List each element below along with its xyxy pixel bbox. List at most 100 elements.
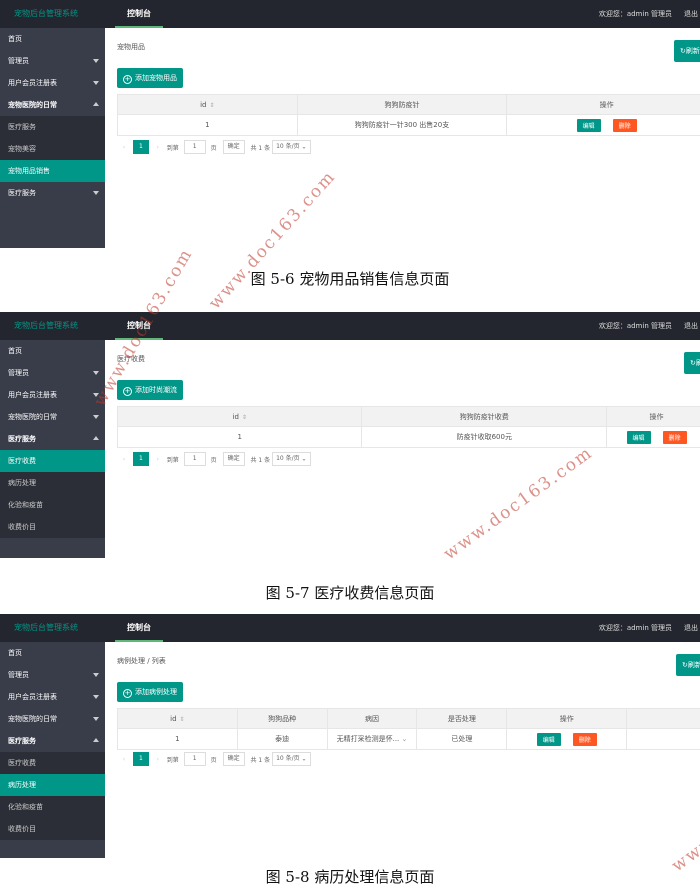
sidebar-item-supplies-sales[interactable]: 宠物用品销售 [0,160,105,182]
chevron-up-icon [93,738,99,742]
brand-title: 宠物后台管理系统 [14,623,78,632]
sidebar-item-label: 医疗收费 [8,457,36,465]
current-page[interactable]: 1 [132,140,149,154]
data-table: id ⇕ 狗狗防疫针 操作 1 狗狗防疫针一针300 出售20支 编辑 删除 [117,94,700,136]
add-button[interactable]: + 添加时尚潮流 [117,380,183,400]
edit-button[interactable]: 编辑 [576,118,601,132]
sidebar-item-member-register[interactable]: 用户会员注册表 [0,72,105,94]
tab-console[interactable]: 控制台 [115,0,163,28]
sidebar-item-hospital-daily[interactable]: 宠物医院的日常 [0,708,105,730]
top-bar: 宠物后台管理系统 控制台 欢迎您：admin 管理员 退出 [0,614,700,642]
sidebar-item-home[interactable]: 首页 [0,340,105,362]
table-row: 1 狗狗防疫针一针300 出售20支 编辑 删除 [117,114,700,136]
prev-page-icon[interactable]: ‹ [117,456,131,463]
sidebar-item-medical-service[interactable]: 医疗服务 [0,116,105,138]
logout-link[interactable]: 退出 [684,0,698,28]
sidebar-item-label: 收费价目 [8,523,36,531]
delete-button[interactable]: 删除 [612,118,637,132]
prev-page-icon[interactable]: ‹ [117,144,131,151]
sidebar-item-member-register[interactable]: 用户会员注册表 [0,686,105,708]
column-header[interactable]: id ⇕ [117,94,298,115]
sidebar-item-label: 用户会员注册表 [8,79,57,87]
refresh-button[interactable]: ↻刷新 [674,40,700,62]
chevron-down-icon[interactable]: ⌄ [402,735,408,743]
data-table: id ⇕ 狗狗品种 病因 是否处理 操作 1 泰迪 无精打采检测是怀... ⌄ 已… [117,708,700,750]
sort-icon[interactable]: ⇕ [242,414,247,421]
breadcrumb: 宠物用品 [117,43,145,51]
column-header[interactable]: id ⇕ [116,406,363,427]
sidebar-item-price-list[interactable]: 收费价目 [0,516,105,538]
table-header-row: id ⇕ 狗狗防疫针 操作 [117,94,700,115]
sidebar-item-price-list[interactable]: 收费价目 [0,818,105,840]
confirm-button[interactable]: 确定 [222,140,245,154]
sidebar-item-label: 医疗收费 [8,759,36,767]
delete-button[interactable]: 删除 [662,430,687,444]
delete-button[interactable]: 删除 [572,732,597,746]
logout-link[interactable]: 退出 [684,312,698,340]
sort-icon[interactable]: ⇕ [180,716,185,723]
sidebar-item-home[interactable]: 首页 [0,28,105,50]
sidebar-item-home[interactable]: 首页 [0,642,105,664]
sidebar-item-medical-service[interactable]: 医疗服务 [0,428,105,450]
current-page[interactable]: 1 [132,452,149,466]
sidebar-item-medical-fees[interactable]: 医疗收费 [0,450,105,472]
sidebar-item-case-handling[interactable]: 病历处理 [0,472,105,494]
cause-text: 无精打采检测是怀... [336,735,400,743]
page-input[interactable]: 1 [183,752,206,766]
sidebar-item-medical-service-group[interactable]: 医疗服务 [0,182,105,204]
sidebar-item-hospital-daily[interactable]: 宠物医院的日常 [0,406,105,428]
sidebar-item-pet-grooming[interactable]: 宠物美容 [0,138,105,160]
next-page-icon[interactable]: › [151,456,165,463]
tab-console[interactable]: 控制台 [115,614,163,642]
page-input[interactable]: 1 [183,140,206,154]
add-button[interactable]: + 添加病例处理 [117,682,183,702]
sidebar-item-label: 医疗服务 [8,435,36,443]
sidebar-item-admin[interactable]: 管理员 [0,362,105,384]
sidebar-item-hospital-daily[interactable]: 宠物医院的日常 [0,94,105,116]
confirm-button[interactable]: 确定 [222,752,245,766]
edit-button[interactable]: 编辑 [626,430,651,444]
per-page-select[interactable]: 10 条/页 ⌄ [272,752,311,766]
refresh-button[interactable]: ↻刷新 [684,352,700,374]
logout-link[interactable]: 退出 [684,614,698,642]
cell-actions: 编辑 删除 [606,426,700,448]
edit-button[interactable]: 编辑 [536,732,561,746]
sidebar-item-admin[interactable]: 管理员 [0,664,105,686]
add-button[interactable]: + 添加宠物用品 [117,68,183,88]
column-header[interactable]: id ⇕ [117,708,238,729]
next-page-icon[interactable]: › [151,756,165,763]
page-input[interactable]: 1 [183,452,206,466]
per-page-select[interactable]: 10 条/页 ⌄ [272,140,311,154]
sidebar-item-label: 首页 [8,347,22,355]
sort-icon[interactable]: ⇕ [209,102,214,109]
sidebar-item-label: 用户会员注册表 [8,693,57,701]
refresh-button[interactable]: ↻刷新 [676,654,700,676]
sidebar-item-label: 病历处理 [8,781,36,789]
next-page-icon[interactable]: › [151,144,165,151]
sidebar-item-case-handling[interactable]: 病历处理 [0,774,105,796]
cell-actions: 编辑 删除 [506,114,700,136]
sidebar-item-admin[interactable]: 管理员 [0,50,105,72]
sidebar-item-member-register[interactable]: 用户会员注册表 [0,384,105,406]
pagination: ‹ 1 › 到第 1 页 确定 共 1 条 10 条/页 ⌄ [117,752,311,768]
prev-page-icon[interactable]: ‹ [117,756,131,763]
current-page[interactable]: 1 [132,752,149,766]
welcome-text: 欢迎您：admin 管理员 [598,322,672,330]
sidebar-item-medical-fees[interactable]: 医疗收费 [0,752,105,774]
total-count: 共 1 条 [250,456,271,464]
cell-value: 狗狗防疫针一针300 出售20支 [296,114,508,136]
sidebar-item-medical-service[interactable]: 医疗服务 [0,730,105,752]
sidebar-item-label: 医疗服务 [8,189,36,197]
column-header-label: id [170,714,177,723]
column-header: 狗狗防疫针收费 [361,406,608,427]
sidebar-item-lab-vaccine[interactable]: 化验和疫苗 [0,494,105,516]
per-page-select[interactable]: 10 条/页 ⌄ [272,452,311,466]
sidebar-item-lab-vaccine[interactable]: 化验和疫苗 [0,796,105,818]
refresh-label: 刷新 [685,47,700,55]
confirm-button[interactable]: 确定 [222,452,245,466]
cell-breed: 泰迪 [236,728,328,750]
total-count: 共 1 条 [250,756,271,764]
main-panel: 病例处理 / 列表 ↻刷新 + 添加病例处理 id ⇕ 狗狗品种 病因 是否处理 操… [105,642,700,858]
cell-empty [626,728,700,750]
table-row: 1 防疫针收取600元 编辑 删除 [116,426,700,448]
